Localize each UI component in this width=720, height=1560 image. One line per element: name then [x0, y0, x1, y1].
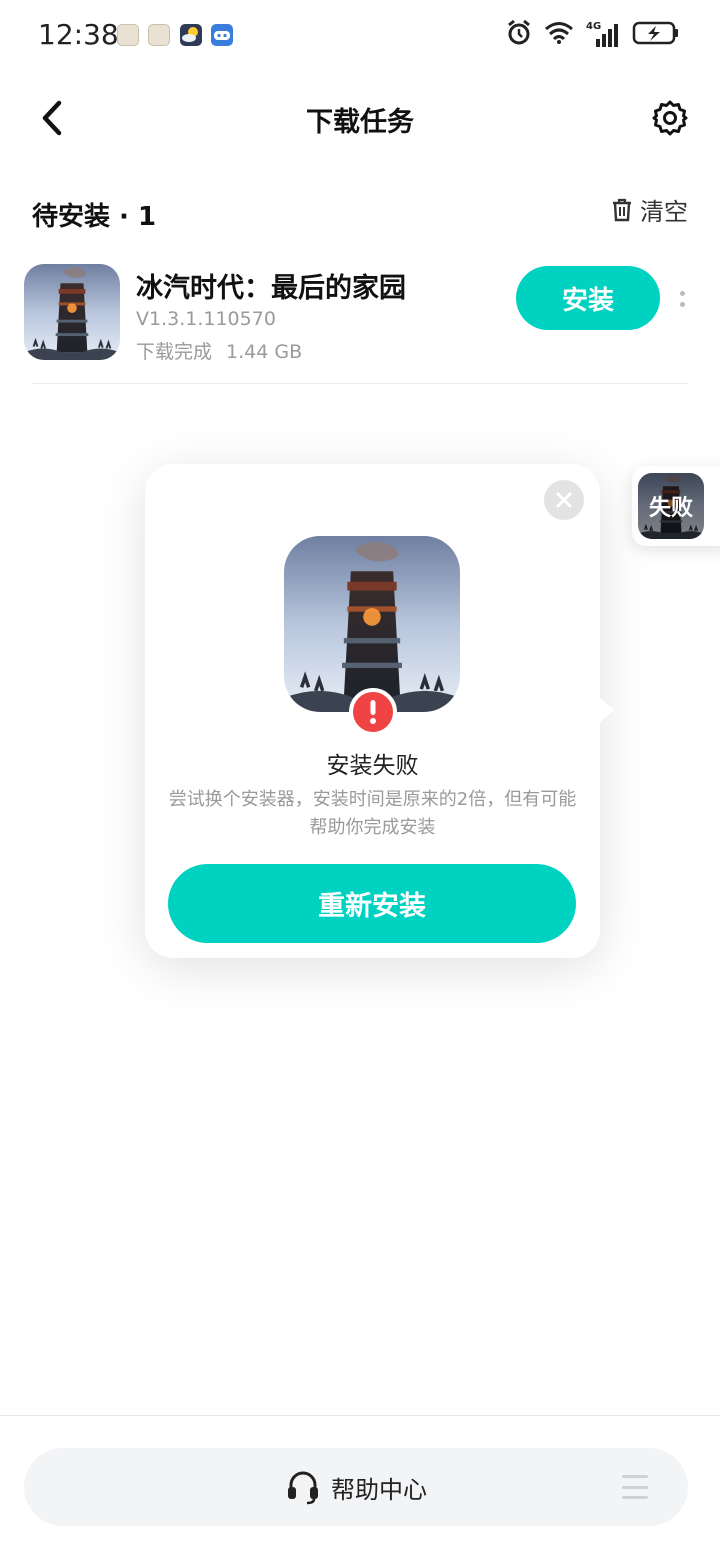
trash-icon [613, 198, 631, 221]
file-size: 1.44 GB [226, 341, 303, 363]
alarm-icon [506, 19, 532, 51]
close-icon [556, 492, 572, 508]
exclamation-icon [349, 688, 397, 736]
dialog-title: 安装失败 [326, 753, 419, 779]
huawei-app-icon [117, 24, 139, 46]
install-failed-dialog: 安装失败 尝试换个安装器，安装时间是原来的2倍，但有可能帮助你完成安装 重新安装 [145, 464, 614, 958]
close-button[interactable] [544, 480, 584, 520]
status-icons: 4G [506, 19, 680, 51]
more-dot-icon [679, 291, 685, 296]
more-options-button[interactable] [672, 284, 692, 314]
reinstall-button[interactable]: 重新安装 [168, 864, 576, 943]
status-time: 12:38 [38, 18, 119, 51]
signal-4g-icon: 4G [586, 21, 620, 49]
app-name: 冰汽时代：最后的家园 [136, 273, 406, 304]
settings-button[interactable] [648, 96, 692, 140]
failure-label: 失败 [638, 473, 704, 539]
battery-charging-icon [632, 20, 680, 50]
clear-label: 清空 [640, 198, 688, 226]
divider [32, 383, 688, 384]
page-title: 下载任务 [306, 107, 414, 138]
app-icon [24, 264, 120, 360]
status-bar: 12:38 4G [0, 0, 720, 72]
status-text: 下载完成 [136, 341, 213, 363]
section-title: 待安装 · 1 [32, 202, 157, 232]
download-task-row[interactable]: 冰汽时代：最后的家园 V1.3.1.110570 下载完成 1.44 GB 安装 [0, 250, 720, 384]
dialog-app-icon [284, 536, 460, 712]
gear-icon [652, 100, 688, 136]
install-button[interactable]: 安装 [516, 266, 660, 330]
floating-failure-tab[interactable]: 失败 [632, 466, 720, 546]
app-version: V1.3.1.110570 [136, 308, 276, 330]
dialog-description: 尝试换个安装器，安装时间是原来的2倍，但有可能帮助你完成安装 [168, 789, 577, 838]
weather-icon [180, 24, 202, 46]
help-center-label: 帮助中心 [331, 1475, 427, 1504]
headset-icon [288, 1471, 318, 1505]
wifi-icon [544, 21, 574, 49]
help-center-button[interactable]: 帮助中心 [24, 1448, 688, 1526]
dialog-pointer [598, 696, 614, 724]
game-controller-icon [211, 24, 233, 46]
clear-button[interactable]: 清空 [610, 192, 688, 227]
download-status: 下载完成 1.44 GB [136, 337, 302, 364]
huawei-app-icon [148, 24, 170, 46]
bottom-divider [0, 1415, 720, 1416]
bottom-bar: 帮助中心 [24, 1448, 688, 1526]
more-dot-icon [679, 302, 685, 307]
menu-icon[interactable] [622, 1475, 648, 1499]
app-header: 下载任务 [0, 80, 720, 156]
